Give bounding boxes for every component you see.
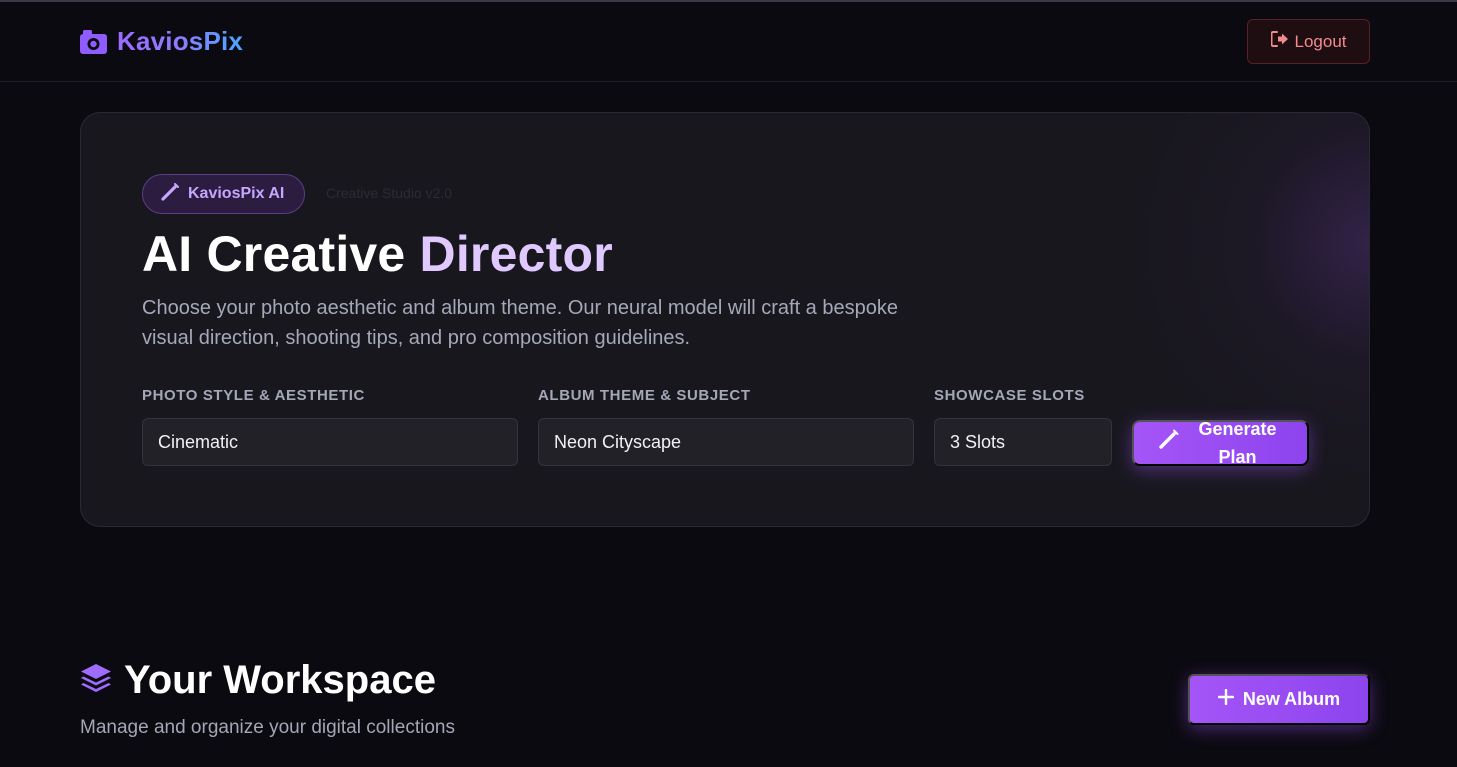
camera-icon [80,29,107,54]
showcase-slots-select[interactable]: 3 Slots [934,418,1112,466]
photo-style-label: PHOTO STYLE & AESTHETIC [142,387,365,404]
album-theme-input[interactable]: Neon Cityscape [538,418,914,466]
generate-plan-label: Generate Plan [1198,419,1277,467]
ai-creative-director-card: KaviosPix AI Creative Studio v2.0 AI Cre… [80,112,1370,527]
hero-title-accent: Director [419,226,613,282]
hero-description: Choose your photo aesthetic and album th… [142,297,898,349]
workspace-header: Your Workspace [80,658,436,703]
brand-logo[interactable]: KaviosPix [80,26,243,57]
generate-plan-button[interactable]: Generate Plan [1132,419,1309,467]
workspace-subtitle: Manage and organize your digital collect… [80,717,455,738]
plus-icon [1217,688,1235,710]
showcase-slots-label: SHOWCASE SLOTS [934,387,1085,404]
photo-style-input[interactable]: Cinematic [142,418,518,466]
workspace-title: Your Workspace [124,658,436,702]
brand-name: KaviosPix [117,26,244,56]
logout-button[interactable]: Logout [1247,19,1370,64]
badge-label: KaviosPix AI [188,185,285,202]
magic-wand-icon [161,182,179,206]
hero-title-main: AI Creative [142,226,406,282]
top-navbar: KaviosPix Logout [0,2,1457,82]
sign-out-icon [1270,31,1289,52]
hero-title: AI Creative Director [142,225,613,283]
new-album-label: New Album [1242,689,1341,709]
ai-badge: KaviosPix AI [142,174,306,214]
version-label: Creative Studio v2.0 [326,185,453,201]
magic-wand-icon [1158,429,1179,457]
layers-icon [80,662,112,699]
logout-label: Logout [1294,31,1347,51]
album-theme-label: ALBUM THEME & SUBJECT [538,387,751,404]
new-album-button[interactable]: New Album [1188,674,1370,725]
